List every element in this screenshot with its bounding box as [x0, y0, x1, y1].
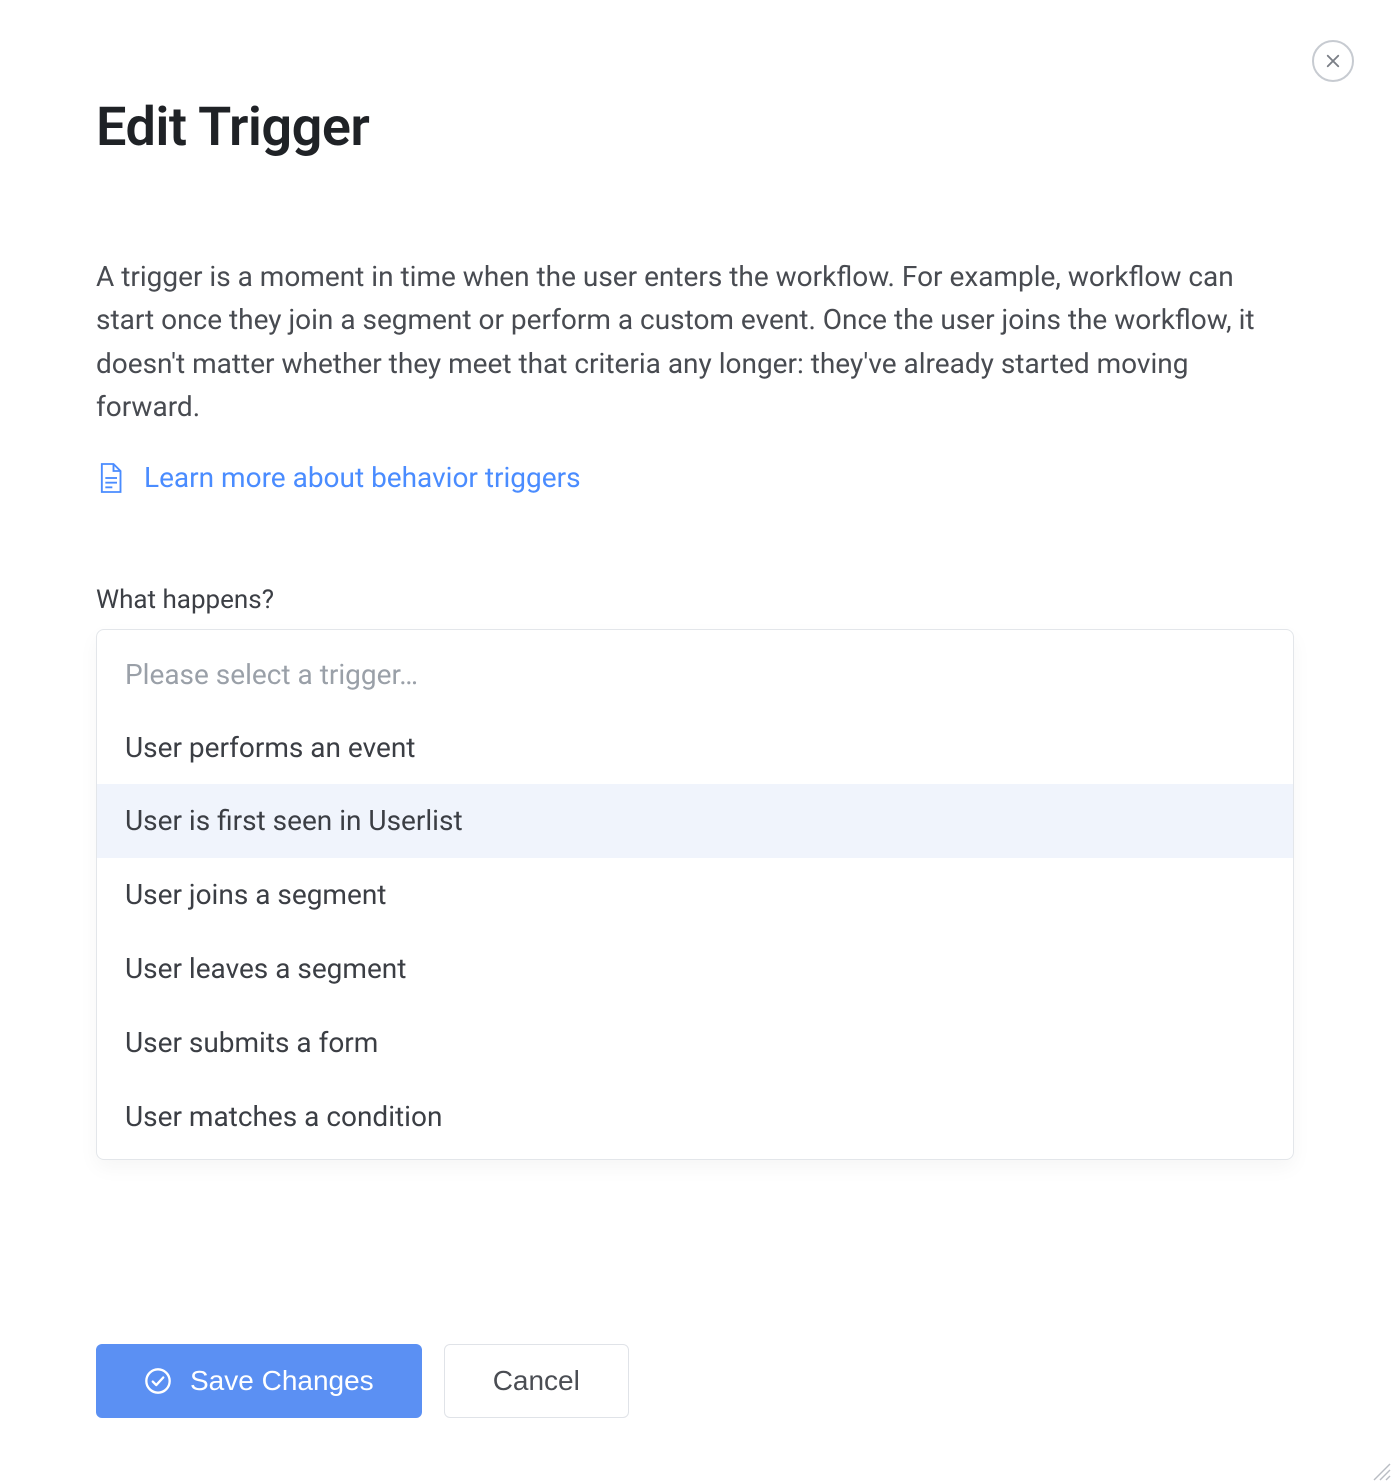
save-button[interactable]: Save Changes — [96, 1344, 422, 1418]
trigger-select[interactable]: Please select a trigger… User performs a… — [96, 629, 1294, 1161]
trigger-option[interactable]: User joins a segment — [97, 858, 1293, 932]
trigger-option[interactable]: User matches a condition — [97, 1080, 1293, 1160]
learn-more-text: Learn more about behavior triggers — [144, 461, 581, 494]
cancel-button-label: Cancel — [493, 1367, 580, 1395]
modal-footer: Save Changes Cancel — [96, 1344, 629, 1418]
trigger-select-placeholder: Please select a trigger… — [97, 630, 1293, 711]
close-button[interactable] — [1312, 40, 1354, 82]
cancel-button[interactable]: Cancel — [444, 1344, 629, 1418]
file-icon — [96, 461, 124, 495]
page-title: Edit Trigger — [96, 96, 1298, 159]
trigger-option[interactable]: User submits a form — [97, 1006, 1293, 1080]
trigger-option[interactable]: User leaves a segment — [97, 932, 1293, 1006]
trigger-description: A trigger is a moment in time when the u… — [96, 255, 1276, 429]
close-icon — [1324, 52, 1342, 70]
trigger-option[interactable]: User performs an event — [97, 711, 1293, 785]
trigger-option[interactable]: User is first seen in Userlist — [97, 784, 1293, 858]
save-button-label: Save Changes — [190, 1367, 374, 1395]
learn-more-link[interactable]: Learn more about behavior triggers — [96, 461, 581, 495]
resize-handle-icon — [1370, 1460, 1392, 1482]
edit-trigger-modal: Edit Trigger A trigger is a moment in ti… — [0, 0, 1394, 1484]
what-happens-label: What happens? — [96, 585, 1298, 615]
check-circle-icon — [144, 1367, 172, 1395]
